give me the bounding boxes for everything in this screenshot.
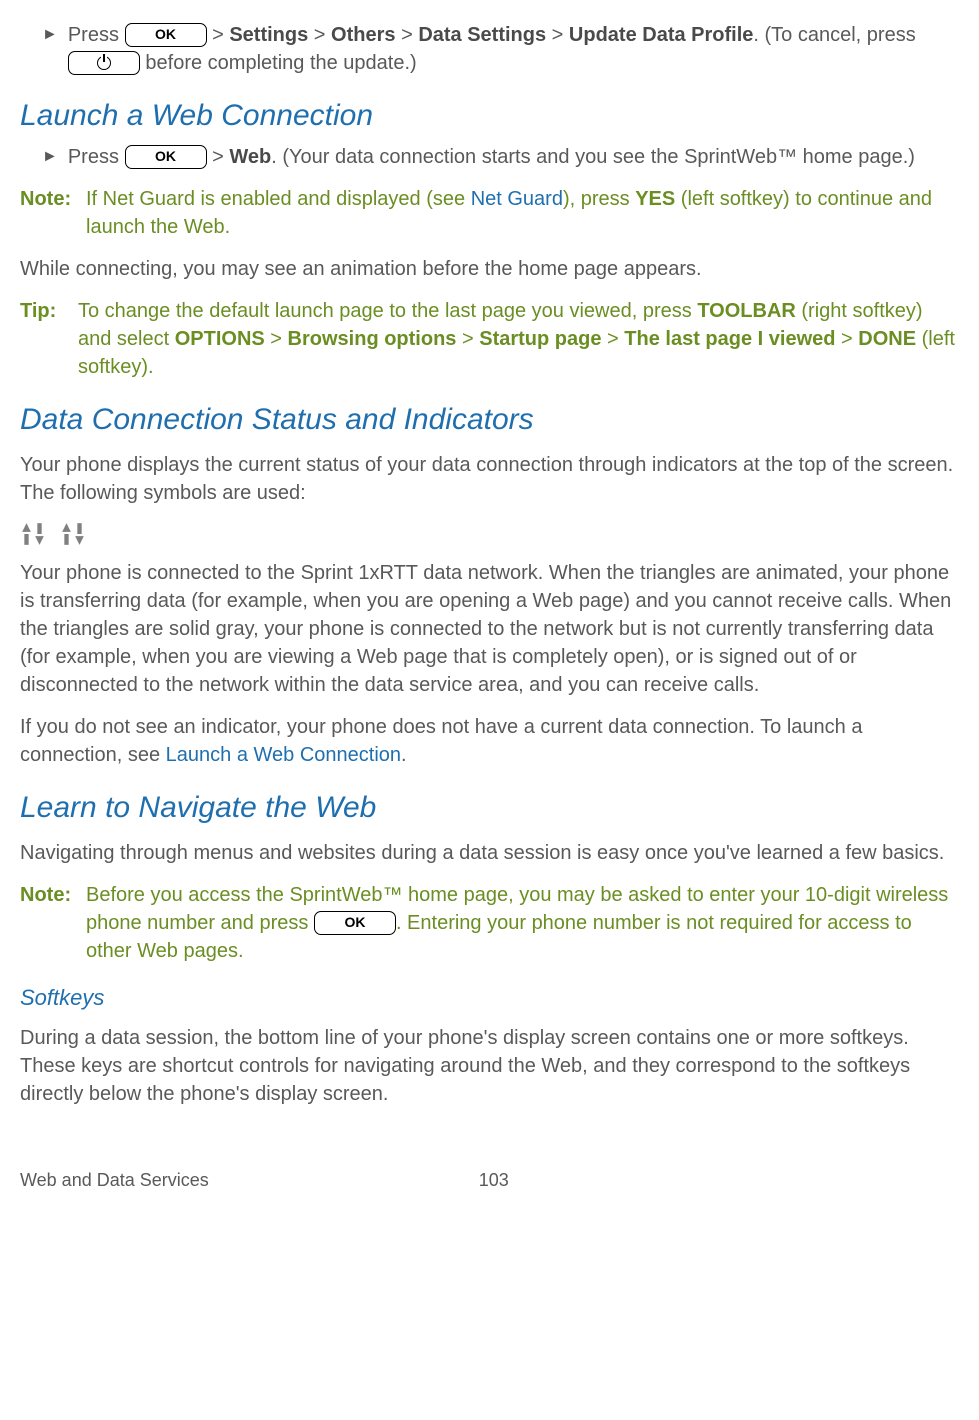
text-trail: . (Your data connection starts and you s… bbox=[271, 146, 915, 168]
heading-launch-web-connection: Launch a Web Connection bbox=[20, 95, 959, 137]
power-icon bbox=[97, 56, 111, 70]
last-page-viewed: The last page I viewed bbox=[624, 328, 835, 350]
text-trail: . (To cancel, press bbox=[753, 24, 915, 46]
note-sprintweb-phone-number: Note: Before you access the SprintWeb™ h… bbox=[20, 881, 959, 965]
step-content: Press OK > Settings > Others > Data Sett… bbox=[68, 21, 959, 77]
heading-data-connection-status: Data Connection Status and Indicators bbox=[20, 399, 959, 441]
heading-softkeys: Softkeys bbox=[20, 983, 959, 1014]
note-net-guard: Note: If Net Guard is enabled and displa… bbox=[20, 185, 959, 241]
options: OPTIONS bbox=[175, 328, 265, 350]
path-settings: Settings bbox=[229, 24, 308, 46]
path-web: Web bbox=[229, 146, 271, 168]
sep: > bbox=[265, 328, 288, 350]
note-text: ), press bbox=[563, 188, 635, 210]
note-body: Before you access the SprintWeb™ home pa… bbox=[86, 881, 959, 965]
tip-body: To change the default launch page to the… bbox=[78, 297, 959, 381]
paragraph-connecting: While connecting, you may see an animati… bbox=[20, 255, 959, 283]
footer-page-number: 103 bbox=[479, 1168, 509, 1193]
yes-softkey: YES bbox=[635, 188, 675, 210]
paragraph-no-indicator: If you do not see an indicator, your pho… bbox=[20, 713, 959, 769]
step-content: Press OK > Web. (Your data connection st… bbox=[68, 143, 959, 171]
note-label: Note: bbox=[20, 185, 86, 213]
paragraph-learn-intro: Navigating through menus and websites du… bbox=[20, 839, 959, 867]
startup-page: Startup page bbox=[479, 328, 601, 350]
paragraph-1xrtt: Your phone is connected to the Sprint 1x… bbox=[20, 559, 959, 699]
step-marker-icon: ► bbox=[42, 143, 58, 171]
tip-default-launch-page: Tip: To change the default launch page t… bbox=[20, 297, 959, 381]
tip-label: Tip: bbox=[20, 297, 78, 325]
link-net-guard[interactable]: Net Guard bbox=[471, 188, 563, 210]
data-transfer-idle-icon bbox=[60, 521, 86, 547]
path-data-settings: Data Settings bbox=[418, 24, 546, 46]
page-footer: Web and Data Services 103 bbox=[20, 1168, 959, 1193]
step-update-data-profile: ► Press OK > Settings > Others > Data Se… bbox=[20, 21, 959, 77]
data-indicator-icons bbox=[20, 521, 959, 547]
ok-button-icon: OK bbox=[125, 23, 207, 47]
tip-text: To change the default launch page to the… bbox=[78, 300, 697, 322]
power-button-icon bbox=[68, 51, 140, 75]
link-launch-web-connection[interactable]: Launch a Web Connection bbox=[166, 744, 401, 766]
footer-section: Web and Data Services bbox=[20, 1168, 209, 1193]
text-press: Press bbox=[68, 24, 119, 46]
toolbar-softkey: TOOLBAR bbox=[697, 300, 796, 322]
ok-button-icon: OK bbox=[125, 145, 207, 169]
text: . bbox=[401, 744, 407, 766]
sep: > bbox=[212, 146, 229, 168]
note-label: Note: bbox=[20, 881, 86, 909]
path-others: Others bbox=[331, 24, 395, 46]
note-text: If Net Guard is enabled and displayed (s… bbox=[86, 188, 471, 210]
path-update-data-profile: Update Data Profile bbox=[569, 24, 753, 46]
heading-learn-navigate-web: Learn to Navigate the Web bbox=[20, 787, 959, 829]
ok-button-icon: OK bbox=[314, 911, 396, 935]
note-body: If Net Guard is enabled and displayed (s… bbox=[86, 185, 959, 241]
sep: > bbox=[601, 328, 624, 350]
done-softkey: DONE bbox=[858, 328, 916, 350]
data-transfer-active-icon bbox=[20, 521, 46, 547]
sep: > bbox=[308, 24, 331, 46]
sep: > bbox=[396, 24, 419, 46]
sep: > bbox=[212, 24, 229, 46]
paragraph-softkeys: During a data session, the bottom line o… bbox=[20, 1024, 959, 1108]
paragraph-status-intro: Your phone displays the current status o… bbox=[20, 451, 959, 507]
sep: > bbox=[835, 328, 858, 350]
text: If you do not see an indicator, your pho… bbox=[20, 716, 862, 766]
browsing-options: Browsing options bbox=[288, 328, 457, 350]
step-launch-web: ► Press OK > Web. (Your data connection … bbox=[20, 143, 959, 171]
text-trail2: before completing the update.) bbox=[140, 52, 417, 74]
sep: > bbox=[546, 24, 569, 46]
sep: > bbox=[456, 328, 479, 350]
text-press: Press bbox=[68, 146, 119, 168]
step-marker-icon: ► bbox=[42, 21, 58, 49]
